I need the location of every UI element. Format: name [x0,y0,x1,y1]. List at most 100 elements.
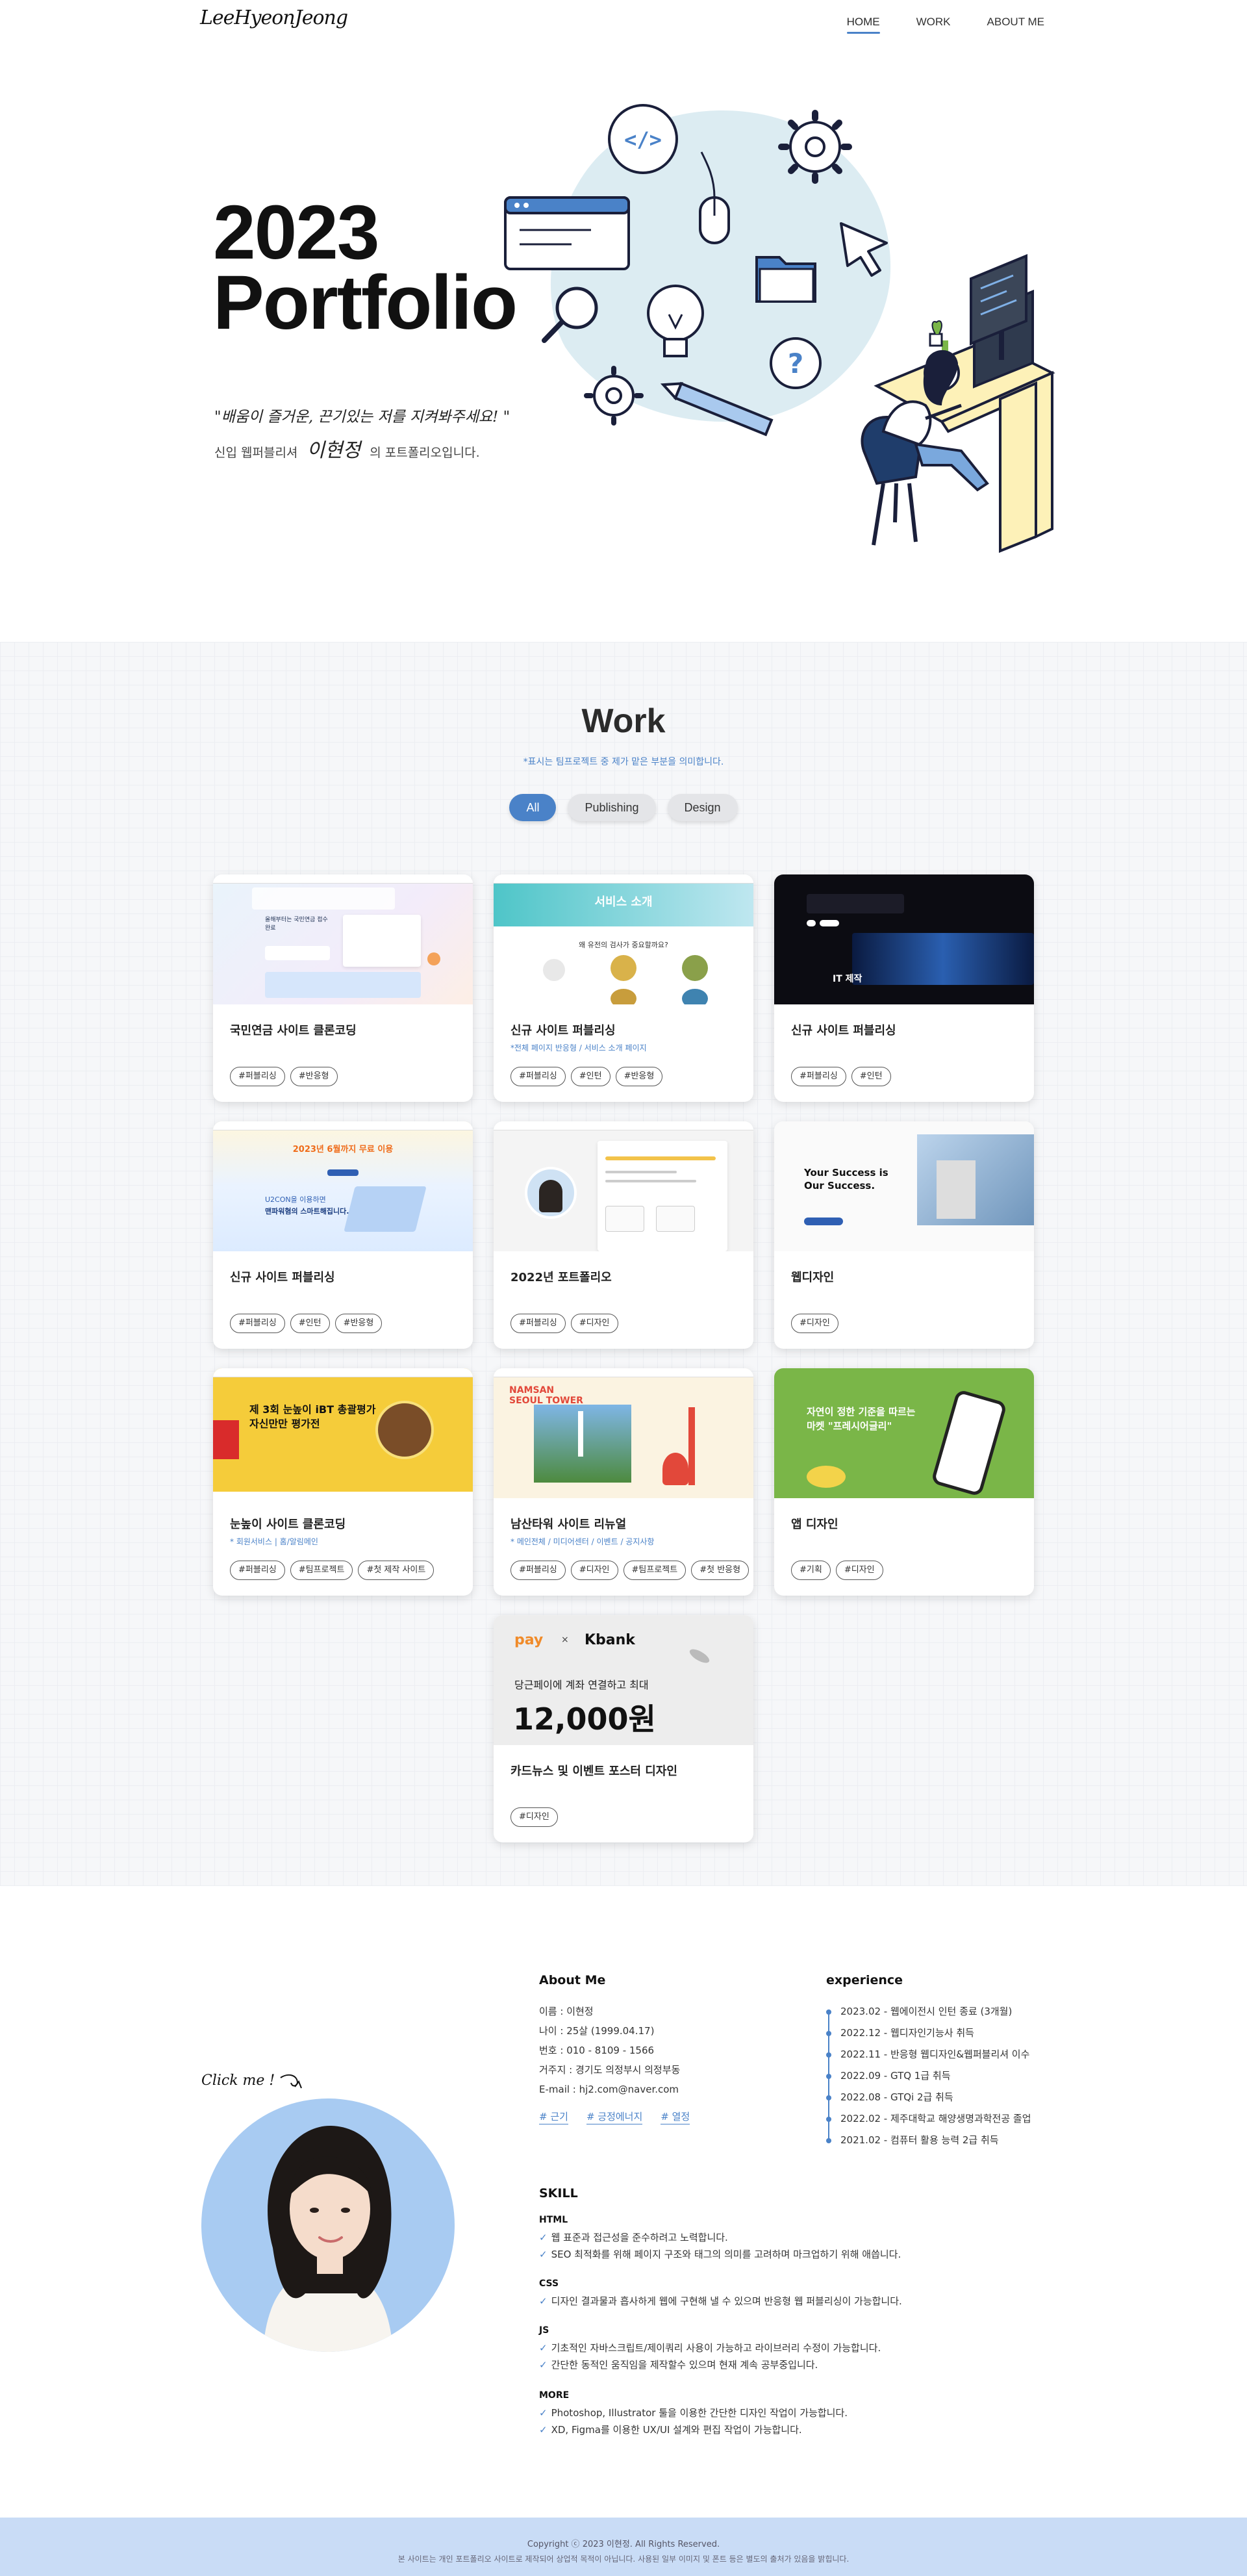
main-nav: HOME WORK ABOUT ME [846,16,1044,34]
keyword-link[interactable]: # 근기 [539,2110,568,2124]
web-line-1: Your Success is [804,1167,888,1179]
plant-icon [929,320,943,347]
check-icon: ✓ [539,2249,548,2260]
project-title: 웹디자인 [791,1271,835,1284]
profile-portrait [263,2125,393,2352]
project-card[interactable]: 자연이 정한 기준을 따르는 마켓 "프레시어글리" 앱 디자인 #기획 #디자… [774,1368,1034,1596]
about-info: 이름 : 이현정 나이 : 25살 (1999.04.17) 번호 : 010 … [539,2002,680,2099]
skill-item: ✓ 웹 표준과 접근성을 준수하려고 노력합니다. [539,2232,728,2243]
project-thumbnail: 서비스 소개 왜 유전의 검사가 중요할까요? [494,874,753,1004]
footer-note: 본 사이트는 개인 포트폴리오 사이트로 제작되어 상업적 목적이 아닙니다. … [397,2555,850,2564]
skill-item: ✓ 기초적인 자바스크립트/제이쿼리 사용이 가능하고 라이브러리 수정이 가능합… [539,2342,881,2354]
project-tag: #기획 [791,1561,831,1580]
project-thumbnail: NAMSAN SEOUL TOWER [494,1368,753,1498]
project-tag: #퍼블리싱 [791,1067,846,1086]
project-card[interactable]: 올해부터는 국민연금 접수 완료 국민연금 사이트 클론코딩 #퍼블리싱 #반응… [213,874,473,1102]
project-title: 앱 디자인 [791,1518,838,1531]
experience-item: 2022.11 - 반응형 웹디자인&웹퍼블리셔 이수 [826,2045,1031,2066]
skill-title: SKILL [539,2186,578,2200]
nav-about[interactable]: ABOUT ME [987,16,1044,34]
project-title: 신규 사이트 퍼블리싱 [230,1271,335,1284]
project-title: 국민연금 사이트 클론코딩 [230,1024,357,1038]
info-age: 나이 : 25살 (1999.04.17) [539,2025,655,2037]
info-phone: 번호 : 010 - 8109 - 1566 [539,2045,655,2056]
filter-design-button[interactable]: Design [667,794,738,821]
experience-item: 2022.12 - 웹디자인기능사 취득 [826,2023,1031,2045]
work-filters: All Publishing Design [0,794,1247,821]
click-me-label: Click me ! [201,2072,275,2089]
about-section: Click me ! About Me 이름 : 이현정 나이 : 25살 (1… [0,1886,1247,2518]
project-tags: #퍼블리싱 #디자인 [510,1314,618,1333]
project-tag: #팀프로젝트 [623,1561,686,1580]
project-tags: #기획 #디자인 [791,1561,883,1580]
project-tag: #퍼블리싱 [230,1314,285,1333]
project-thumbnail: 2023년 6월까지 무료 이용 U2CON을 이용하면 맨파워혐의 스마트해집… [213,1121,473,1251]
profile-photo[interactable] [201,2098,455,2352]
kbank-amount: 12,000원 [513,1702,656,1737]
nav-home[interactable]: HOME [846,16,880,34]
project-tag: #인턴 [570,1067,611,1086]
keyword-link[interactable]: # 긍정에너지 [586,2110,643,2124]
project-desc: *전체 페이지 반응형 / 서비스 소개 페이지 [510,1043,647,1052]
keyword-link[interactable]: # 열정 [661,2110,690,2124]
info-email[interactable]: E-mail : hj2.com@naver.com [539,2080,680,2099]
project-tags: #퍼블리싱 #인턴 #반응형 [230,1314,383,1333]
blue-sub: 맨파워혐의 스마트해집니다. [265,1207,349,1216]
info-address: 거주지 : 경기도 의정부시 의정부동 [539,2064,681,2076]
project-card[interactable]: NAMSAN SEOUL TOWER 남산타워 사이트 리뉴얼 * 메인전체 /… [494,1368,753,1596]
copyright: Copyright ⓒ 2023 이현정. All Rights Reserve… [527,2540,720,2549]
project-card[interactable]: 2022년 포트폴리오 #퍼블리싱 #디자인 [494,1121,753,1349]
check-icon: ✓ [539,2342,548,2354]
project-thumbnail: 자연이 정한 기준을 따르는 마켓 "프레시어글리" [774,1368,1034,1498]
project-card[interactable]: pay × Kbank 당근페이에 계좌 연결하고 최대 12,000원 카드뉴… [494,1615,753,1843]
skill-item: ✓ 간단한 동적인 움직임을 제작할수 있으며 현재 계속 공부중입니다. [539,2359,818,2371]
project-title: 카드뉴스 및 이벤트 포스터 디자인 [510,1765,677,1778]
project-tags: #디자인 [510,1807,558,1827]
filter-publishing-button[interactable]: Publishing [568,794,656,821]
project-tags: #퍼블리싱 #반응형 [230,1067,338,1086]
hero-title-year: 2023 [213,190,380,275]
check-icon: ✓ [539,2424,548,2436]
browser-window-icon [504,196,630,270]
project-card[interactable]: 2023년 6월까지 무료 이용 U2CON을 이용하면 맨파워혐의 스마트해집… [213,1121,473,1349]
info-name: 이름 : 이현정 [539,2006,594,2017]
hero-intro-suffix: 의 포트폴리오입니다. [370,446,480,460]
arrow-icon [280,2074,302,2089]
project-tag: #퍼블리싱 [510,1067,566,1086]
kbank-brand: Kbank [585,1632,635,1648]
experience-item: 2022.08 - GTQi 2급 취득 [826,2087,1031,2109]
project-tag: #첫 반응형 [691,1561,749,1580]
site-logo[interactable]: LeeHyeonJeong [200,6,348,29]
project-tag: #인턴 [290,1314,330,1333]
project-tags: #퍼블리싱 #팀프로젝트 #첫 제작 사이트 [230,1561,435,1580]
project-card[interactable]: Your Success is Our Success. 웹디자인 #디자인 [774,1121,1034,1349]
skill-item: ✓ SEO 최적화를 위해 페이지 구조와 태그의 의미를 고려하며 마크업하기 … [539,2249,901,2260]
hero-title-word: Portfolio [213,260,518,346]
experience-item: 2021.02 - 컴퓨터 활용 능력 2급 취득 [826,2130,1031,2152]
project-thumbnail: pay × Kbank 당근페이에 계좌 연결하고 최대 12,000원 [494,1615,753,1745]
project-tag: #디자인 [570,1561,618,1580]
blue-heading: 2023년 6월까지 무료 이용 [292,1145,394,1154]
experience-item: 2022.02 - 제주대학교 해양생명과학전공 졸업 [826,2109,1031,2130]
project-card[interactable]: 서비스 소개 왜 유전의 검사가 중요할까요? 신규 사이트 퍼블리싱 *전체 … [494,874,753,1102]
skill-category: CSS [539,2278,559,2289]
hero-intro-prefix: 신입 웹퍼블리셔 [214,446,298,460]
project-thumbnail: 올해부터는 국민연금 접수 완료 [213,874,473,1004]
project-card[interactable]: 제 3회 눈높이 iBT 총괄평가 자신만만 평가전 눈높이 사이트 클론코딩 … [213,1368,473,1596]
project-tag: #퍼블리싱 [230,1561,285,1580]
svg-text:?: ? [788,348,803,379]
project-card[interactable]: IT 제작 신규 사이트 퍼블리싱 #퍼블리싱 #인턴 [774,874,1034,1102]
hero-section: 2023 Portfolio "배움이 즐거운, 끈기있는 저를 지켜봐주세요!… [0,42,1247,642]
project-tag: #디자인 [570,1314,618,1333]
folder-icon [755,256,816,303]
kbank-line: 당근페이에 계좌 연결하고 최대 [514,1679,649,1691]
hero-intro: 신입 웹퍼블리셔 이현정 의 포트폴리오입니다. [214,434,480,463]
yellow-line-2: 자신만만 평가전 [249,1418,320,1430]
filter-all-button[interactable]: All [509,794,557,821]
blue-brand: U2CON을 이용하면 [265,1195,326,1204]
nav-work[interactable]: WORK [916,16,951,34]
site-header: LeeHyeonJeong HOME WORK ABOUT ME [0,0,1247,42]
project-thumbnail: IT 제작 [774,874,1034,1004]
project-tags: #퍼블리싱 #디자인 #팀프로젝트 #첫 반응형 [510,1561,749,1580]
project-tag: #인턴 [851,1067,891,1086]
